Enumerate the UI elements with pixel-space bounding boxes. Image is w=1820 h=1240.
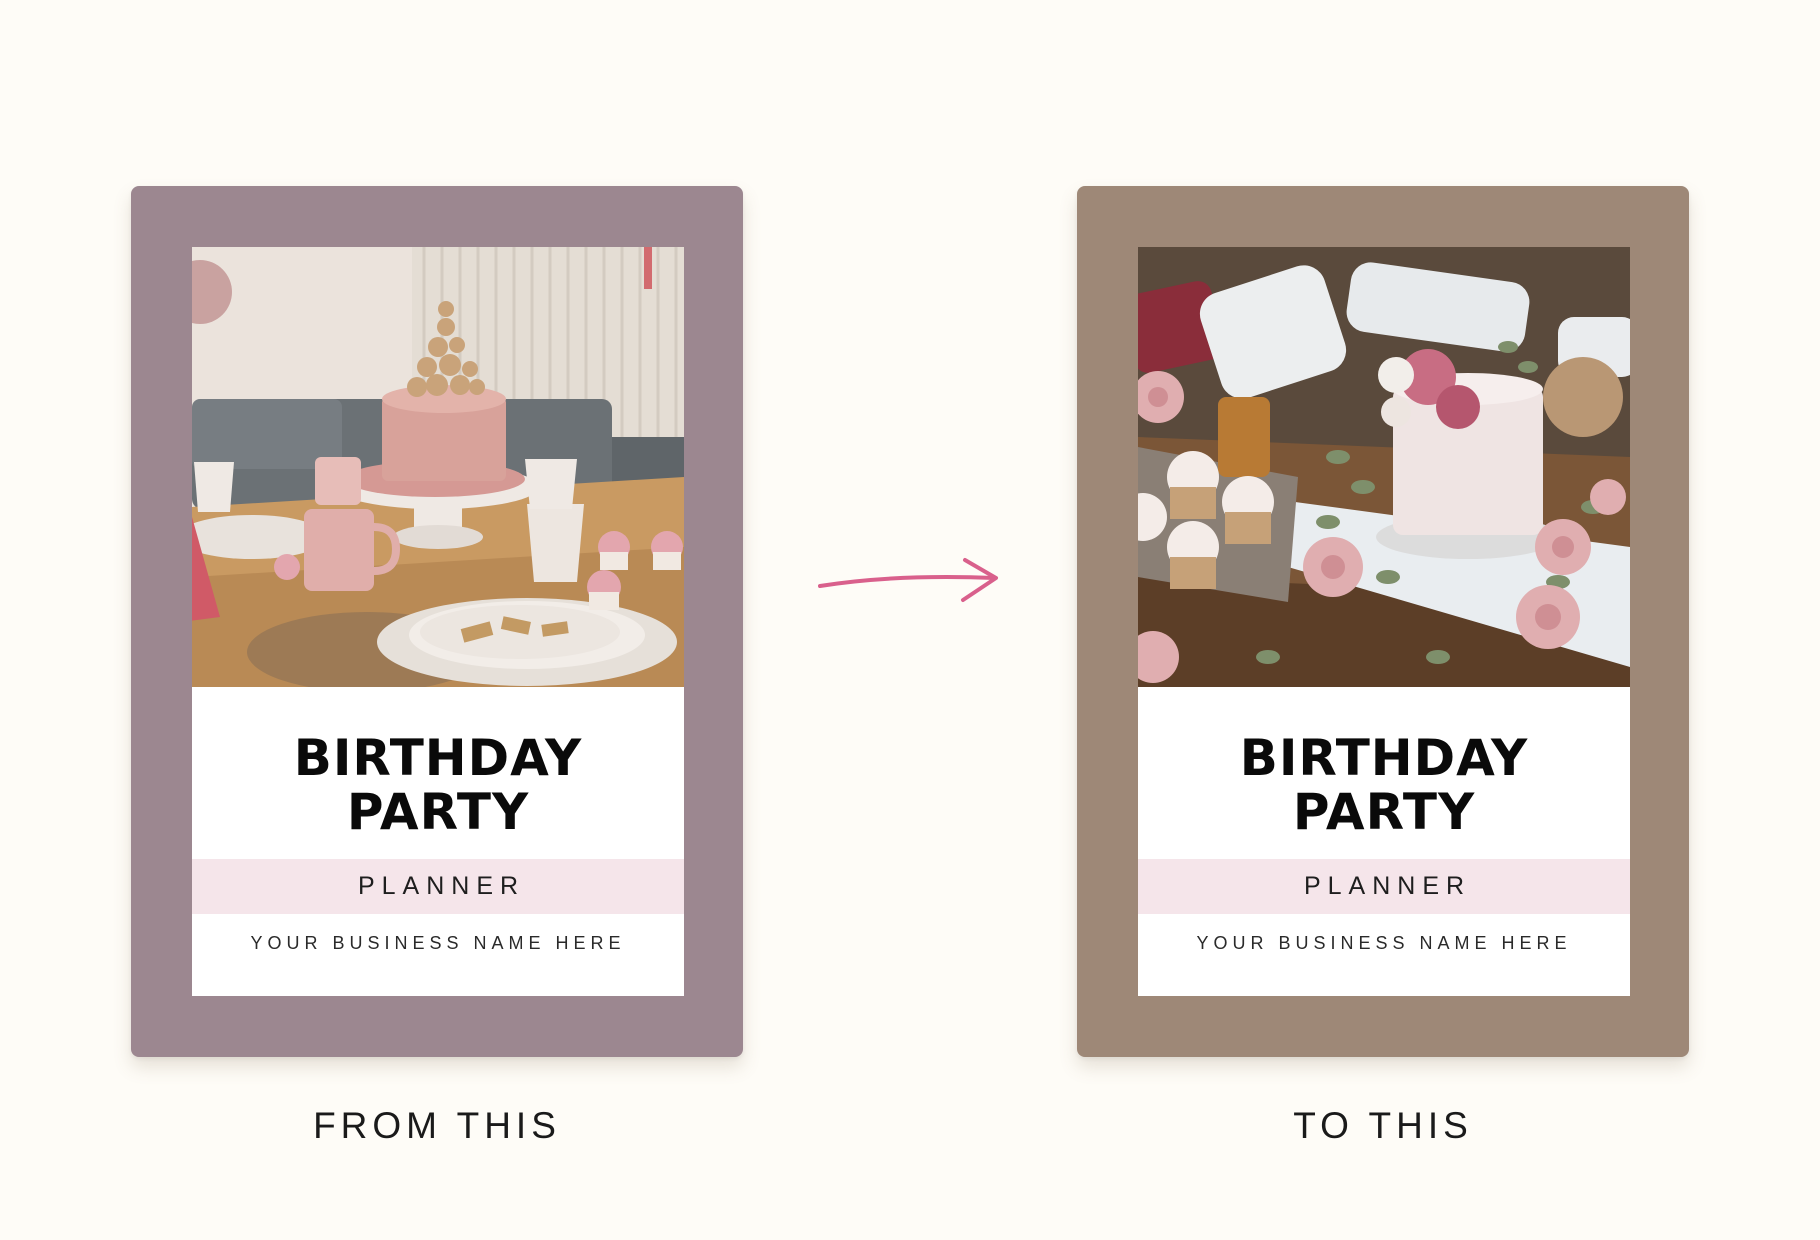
business-name: YOUR BUSINESS NAME HERE [250, 933, 626, 953]
after-cover-card: BIRTHDAY PARTY PLANNER YOUR BUSINESS NAM… [1077, 186, 1689, 1057]
cover-title: BIRTHDAY PARTY [1138, 731, 1630, 839]
title-line-2: PARTY [346, 783, 530, 841]
title-line-1: BIRTHDAY [293, 729, 583, 787]
title-line-1: BIRTHDAY [1239, 729, 1529, 787]
after-cover-page: BIRTHDAY PARTY PLANNER YOUR BUSINESS NAM… [1138, 247, 1630, 996]
before-cover-page: BIRTHDAY PARTY PLANNER YOUR BUSINESS NAM… [192, 247, 684, 996]
planner-band: PLANNER [1138, 859, 1630, 914]
right-arrow-icon [818, 558, 998, 602]
cake-table-photo [192, 247, 684, 687]
before-cover-card: BIRTHDAY PARTY PLANNER YOUR BUSINESS NAM… [131, 186, 743, 1057]
title-line-2: PARTY [1292, 783, 1476, 841]
planner-label: PLANNER [1303, 872, 1472, 900]
from-this-caption: FROM THIS [313, 1105, 561, 1146]
cover-title: BIRTHDAY PARTY [192, 731, 684, 839]
to-this-caption: TO THIS [1293, 1105, 1473, 1146]
business-name: YOUR BUSINESS NAME HERE [1196, 933, 1572, 953]
floral-cake-photo [1138, 247, 1630, 687]
planner-label: PLANNER [357, 872, 526, 900]
planner-band: PLANNER [192, 859, 684, 914]
